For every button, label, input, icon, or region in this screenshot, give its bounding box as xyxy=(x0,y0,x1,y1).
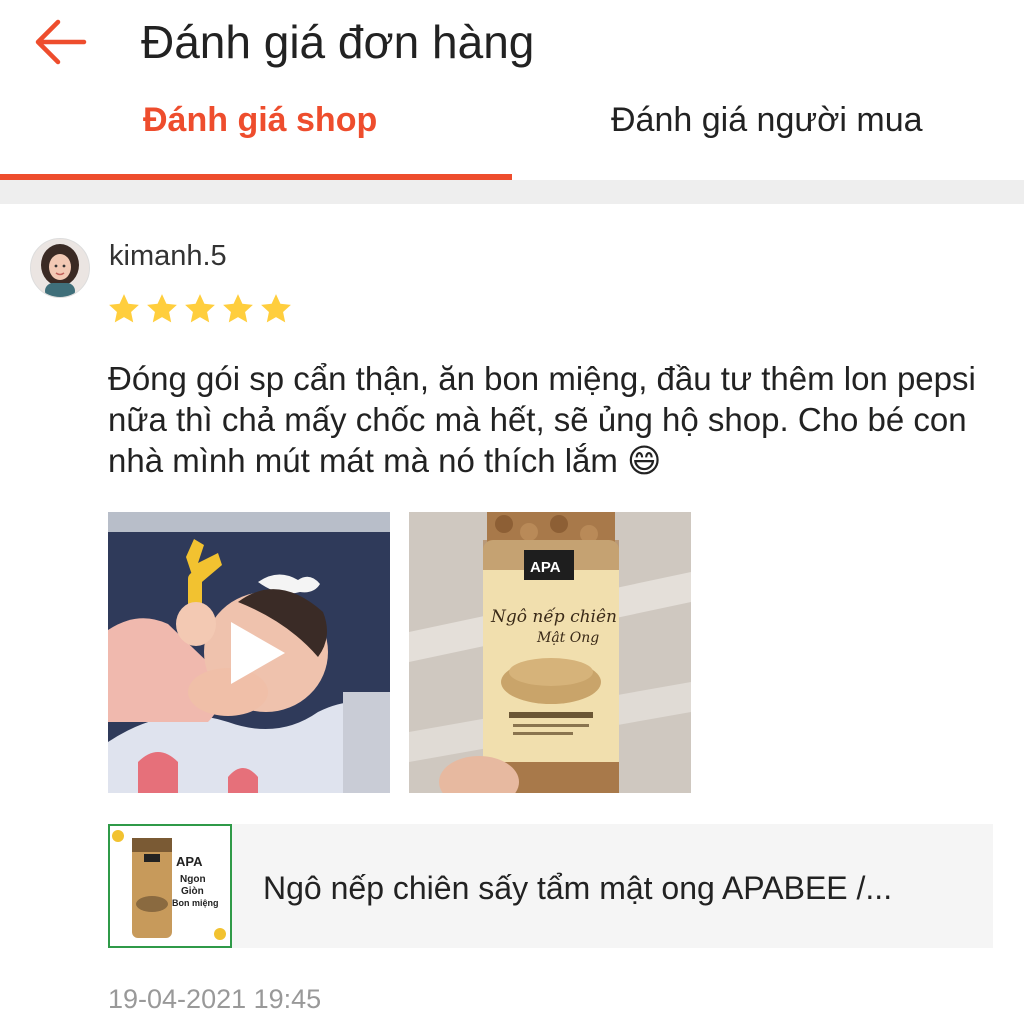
star-icon xyxy=(109,294,139,323)
svg-text:Ngon: Ngon xyxy=(180,874,206,885)
product-thumbnail-image: APA Ngon Giòn Bon miệng xyxy=(108,824,232,948)
product-link-card[interactable]: APA Ngon Giòn Bon miệng Ngô nếp chiên sấ… xyxy=(108,824,993,948)
svg-text:Ngô nếp chiên: Ngô nếp chiên xyxy=(490,607,617,627)
star-icon xyxy=(147,294,177,323)
tab-label: Đánh giá người mua xyxy=(611,101,923,139)
thumb-brand: APA xyxy=(176,854,203,869)
tab-bar: Đánh giá shop Đánh giá người mua xyxy=(0,86,1024,180)
tab-buyer-review[interactable]: Đánh giá người mua xyxy=(512,86,1024,180)
baby-video-image xyxy=(108,512,390,793)
review-comment: Đóng gói sp cẩn thận, ăn bon miệng, đầu … xyxy=(108,360,976,479)
product-thumbnail: APA Ngon Giòn Bon miệng xyxy=(108,824,232,948)
star-icon xyxy=(185,294,215,323)
jar-brand-text: APA xyxy=(530,559,561,576)
star-rating xyxy=(107,292,293,328)
star-icon xyxy=(261,294,291,323)
section-divider xyxy=(0,180,1024,204)
svg-text:Mật Ong: Mật Ong xyxy=(536,630,599,646)
review-photo-thumbnail[interactable]: APA Ngô nếp chiên Mật Ong xyxy=(409,512,691,793)
reviewer-username[interactable]: kimanh.5 xyxy=(109,238,227,274)
back-button[interactable] xyxy=(28,12,92,72)
tab-shop-review[interactable]: Đánh giá shop xyxy=(0,86,512,180)
product-name: Ngô nếp chiên sấy tẩm mật ong APABEE /..… xyxy=(263,870,893,906)
page-title: Đánh giá đơn hàng xyxy=(141,16,535,68)
arrow-left-icon xyxy=(35,19,87,65)
product-jar-photo: APA Ngô nếp chiên Mật Ong xyxy=(409,512,691,793)
svg-text:Bon miệng: Bon miệng xyxy=(172,898,219,908)
star-icon xyxy=(223,294,253,323)
app-header: Đánh giá đơn hàng xyxy=(0,0,1024,86)
review-item: kimanh.5 Đóng gói sp cẩn thận, ăn bon mi… xyxy=(0,204,1024,1024)
review-timestamp: 19-04-2021 19:45 xyxy=(108,984,322,1014)
svg-text:Giòn: Giòn xyxy=(181,886,204,897)
tab-label: Đánh giá shop xyxy=(143,101,378,139)
user-avatar-image xyxy=(31,239,89,297)
review-video-thumbnail[interactable] xyxy=(108,512,390,793)
avatar[interactable] xyxy=(30,238,90,298)
